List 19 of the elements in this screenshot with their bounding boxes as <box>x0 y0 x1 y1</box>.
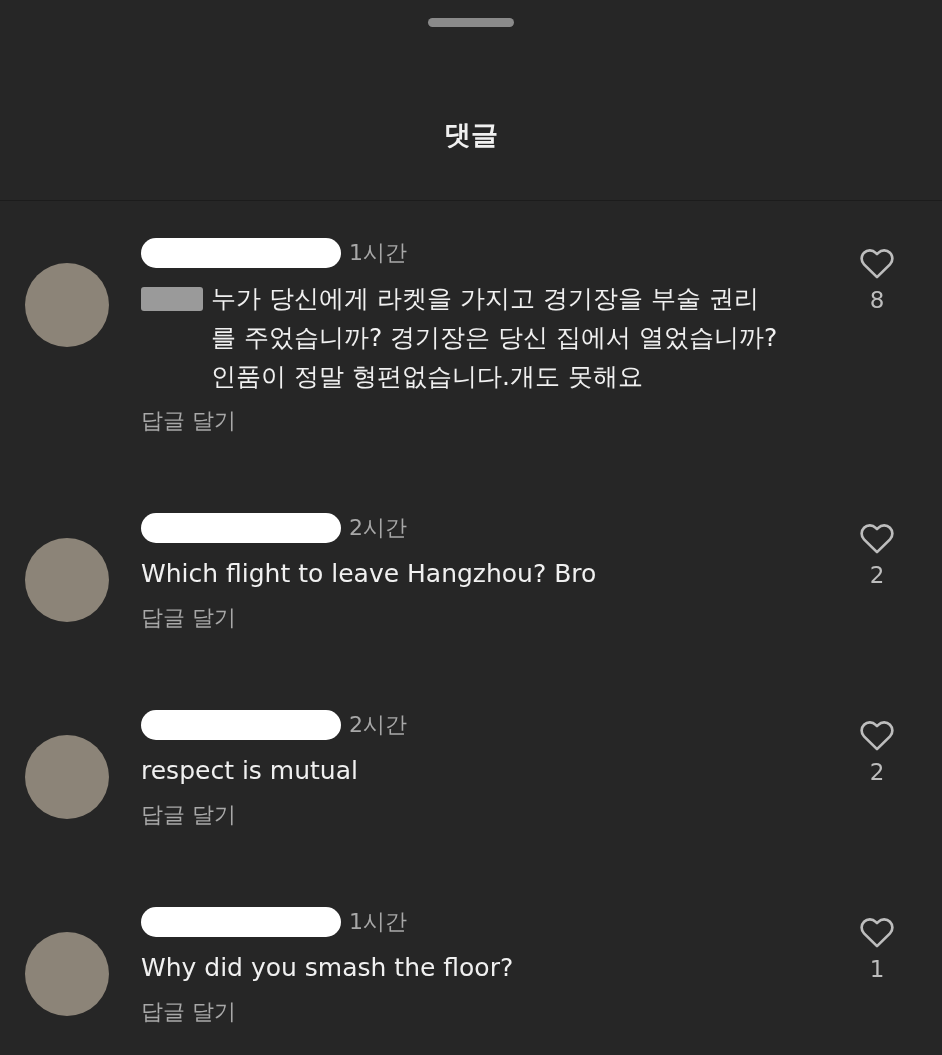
like-count: 2 <box>869 759 885 785</box>
comment-text: Why did you smash the floor? <box>141 952 515 984</box>
reply-link[interactable]: 답글 달기 <box>141 800 842 830</box>
like-count: 2 <box>869 562 885 588</box>
reply-link[interactable]: 답글 달기 <box>141 997 842 1027</box>
comment-text: Which flight to leave Hangzhou? Bro <box>141 558 598 590</box>
like-count: 8 <box>869 287 885 313</box>
like-count: 1 <box>869 956 885 982</box>
comment-time: 2시간 <box>349 711 407 739</box>
reply-link[interactable]: 답글 달기 <box>141 406 842 436</box>
comment-time: 2시간 <box>349 514 407 542</box>
reply-link[interactable]: 답글 달기 <box>141 603 842 633</box>
blurred-mention <box>141 287 203 311</box>
sheet-title: 댓글 <box>443 118 499 152</box>
drag-handle[interactable] <box>428 18 514 27</box>
comment-text: respect is mutual <box>141 755 359 787</box>
comment-time: 1시간 <box>349 908 407 936</box>
comment-time: 1시간 <box>349 239 407 267</box>
comment-text: 누가 당신에게 라켓을 가지고 경기장을 부술 권리를 주었습니까? 경기장은 당신 집에서 열었습니까? 인품이 정말 형편없습니다.개도 못해요 <box>211 283 779 393</box>
